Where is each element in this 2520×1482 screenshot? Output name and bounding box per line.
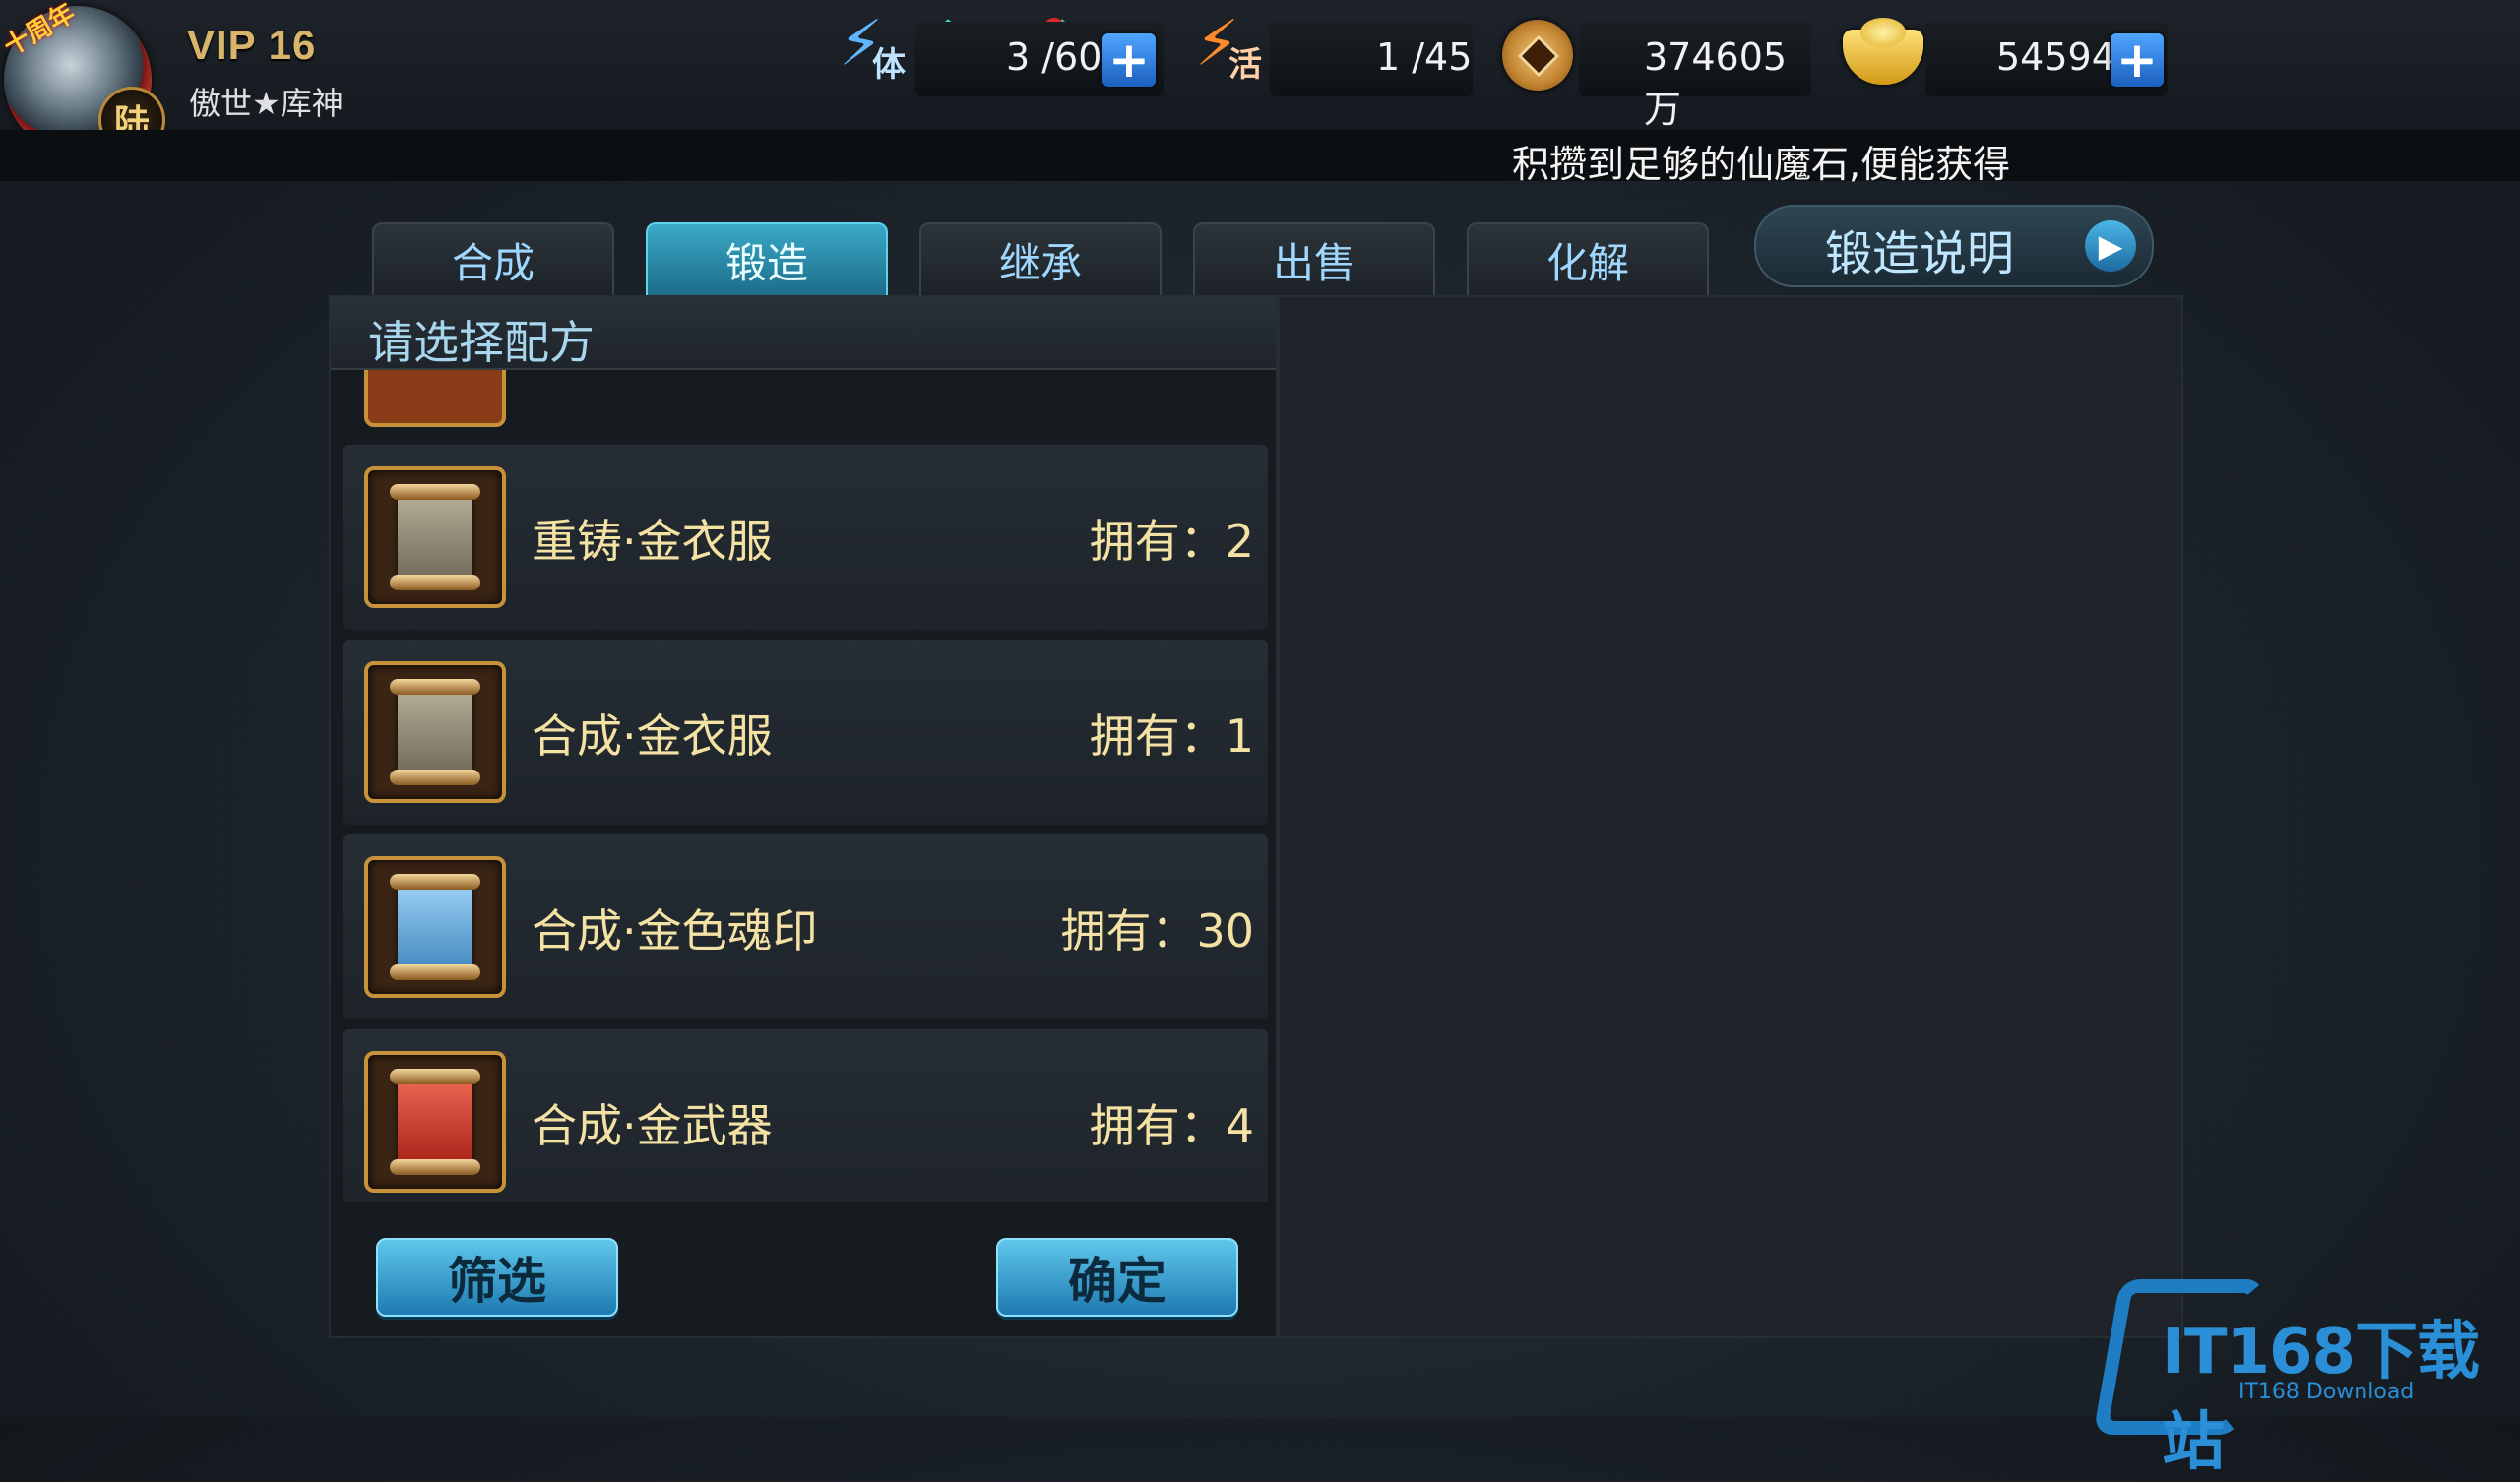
recipe-row[interactable]: 合成·金色魂印 拥有：30: [343, 834, 1268, 1019]
announcement-ticker: 积攒到足够的仙魔石,便能获得: [0, 130, 2520, 186]
tab-dissolve[interactable]: 化解: [1467, 222, 1709, 295]
recipe-name: 合成·金衣服: [532, 710, 773, 763]
recipe-owned-count: 拥有：1: [1089, 710, 1254, 763]
recipe-panel-header: 请选择配方: [331, 297, 1276, 370]
activity-icon: ⚡ 活: [1195, 8, 1262, 85]
recipe-row[interactable]: 合成·金衣服 拥有：1: [343, 640, 1268, 825]
scroll-icon: [364, 466, 506, 608]
recipe-scroll: [390, 1069, 480, 1175]
activity-value: 1 /45: [1376, 35, 1473, 79]
activity-stat: 1 /45: [1270, 22, 1473, 96]
ticker-text: 积攒到足够的仙魔石,便能获得: [1512, 143, 2011, 186]
add-stamina-button[interactable]: +: [1102, 33, 1156, 87]
tab-inherit[interactable]: 继承: [919, 222, 1162, 295]
recipe-detail-panel: [1278, 295, 2183, 1338]
coin-value: 374605万: [1644, 35, 1788, 131]
gold-ingot-icon: [1843, 18, 1923, 85]
recipe-owned-count: 拥有：4: [1089, 1099, 1254, 1152]
recipe-owned-count: 拥有：2: [1089, 515, 1254, 568]
top-bar: 十周年 陆 VIP 16 傲世★库神 ⚡ 体 3 /60 + ⚡ 活 1 /45 3…: [0, 0, 2520, 154]
recipe-row[interactable]: 合成·金武器 拥有：4: [343, 1029, 1268, 1202]
recipe-panel: 请选择配方 重铸·金衣服 拥有：2 合成·金衣服 拥有：1 合成·金色魂印 拥有…: [329, 295, 1278, 1338]
watermark-subtext: IT168 Download: [2238, 1380, 2415, 1404]
stamina-stat: 3 /60 +: [915, 22, 1164, 96]
ingot-value: 54594: [1996, 35, 2115, 79]
partial-recipe-icon: [364, 370, 506, 427]
recipe-name: 合成·金武器: [532, 1099, 773, 1152]
ingot-stat: 54594 +: [1925, 22, 2168, 96]
tab-compose[interactable]: 合成: [372, 222, 614, 295]
recipe-name: 重铸·金衣服: [532, 515, 773, 568]
coin-stat: 374605万: [1579, 22, 1811, 131]
scroll-icon: [364, 1051, 506, 1193]
scroll-icon: [364, 661, 506, 803]
recipe-scroll: [390, 874, 480, 980]
forge-help-label: 锻造说明: [1825, 226, 2015, 281]
scroll-icon: [364, 856, 506, 998]
recipe-owned-count: 拥有：30: [1060, 904, 1254, 957]
recipe-panel-title: 请选择配方: [368, 316, 595, 369]
recipe-list[interactable]: 重铸·金衣服 拥有：2 合成·金衣服 拥有：1 合成·金色魂印 拥有：30 合成…: [331, 370, 1276, 1202]
play-arrow-icon: ▶: [2085, 220, 2136, 272]
vip-level: VIP 16: [187, 22, 317, 68]
confirm-button[interactable]: 确定: [996, 1238, 1238, 1317]
filter-button[interactable]: 筛选: [376, 1238, 618, 1317]
player-name: 傲世★库神: [189, 85, 344, 122]
stamina-value: 3 /60: [1006, 35, 1102, 79]
recipe-row[interactable]: 重铸·金衣服 拥有：2: [343, 445, 1268, 630]
recipe-scroll: [390, 679, 480, 785]
recipe-name: 合成·金色魂印: [532, 904, 818, 957]
stamina-icon: ⚡ 体: [839, 8, 906, 85]
tab-forge[interactable]: 锻造: [646, 222, 888, 295]
add-ingot-button[interactable]: +: [2110, 33, 2164, 87]
recipe-scroll: [390, 484, 480, 590]
forge-help-button[interactable]: 锻造说明 ▶: [1754, 205, 2154, 287]
tab-sell[interactable]: 出售: [1193, 222, 1435, 295]
coin-icon: [1502, 20, 1573, 91]
